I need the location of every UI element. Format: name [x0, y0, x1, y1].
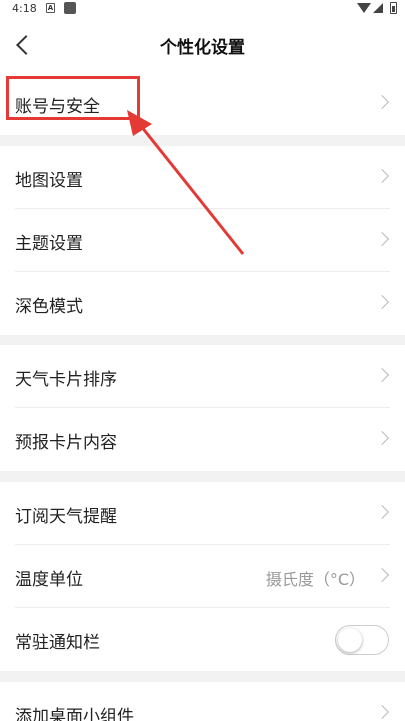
- wifi-icon: [357, 3, 371, 13]
- chevron-right-icon: [374, 430, 390, 446]
- setting-row-dark-mode[interactable]: 深色模式: [0, 272, 405, 335]
- chevron-right-icon: [374, 168, 390, 184]
- chevron-right-icon: [374, 567, 390, 583]
- settings-group-cards: 天气卡片排序 预报卡片内容: [0, 345, 405, 471]
- setting-row-theme-settings[interactable]: 主题设置: [0, 209, 405, 272]
- chevron-right-icon: [374, 504, 390, 520]
- setting-label: 深色模式: [15, 297, 83, 317]
- chevron-right-icon: [374, 294, 390, 310]
- setting-row-persistent-notification: 常驻通知栏: [0, 608, 405, 671]
- setting-label: 订阅天气提醒: [15, 507, 117, 527]
- setting-label: 地图设置: [15, 171, 83, 191]
- setting-value: 摄氏度（°C）: [265, 570, 365, 589]
- setting-row-temperature-unit[interactable]: 温度单位 摄氏度（°C）: [0, 545, 405, 608]
- settings-group-widgets: 添加桌面小组件: [0, 682, 405, 721]
- toggle-knob: [338, 628, 362, 652]
- chevron-right-icon: [374, 94, 390, 110]
- highlight-box: [6, 76, 140, 120]
- setting-label: 添加桌面小组件: [15, 707, 134, 721]
- setting-label: 天气卡片排序: [15, 370, 117, 390]
- setting-row-forecast-card-content[interactable]: 预报卡片内容: [0, 408, 405, 471]
- page-title: 个性化设置: [160, 38, 245, 58]
- chevron-right-icon: [374, 231, 390, 247]
- chevron-right-icon: [374, 367, 390, 383]
- signal-icon: [373, 3, 383, 13]
- status-bar: 4:18 A: [0, 0, 405, 18]
- setting-row-map-settings[interactable]: 地图设置: [0, 146, 405, 209]
- notification-square-icon: [64, 2, 76, 14]
- setting-label: 预报卡片内容: [15, 433, 117, 453]
- settings-group-notifications: 订阅天气提醒 温度单位 摄氏度（°C） 常驻通知栏: [0, 482, 405, 671]
- settings-group-display: 地图设置 主题设置 深色模式: [0, 146, 405, 335]
- setting-row-card-order[interactable]: 天气卡片排序: [0, 345, 405, 408]
- setting-label: 常驻通知栏: [15, 633, 100, 653]
- status-time: 4:18: [12, 2, 37, 15]
- setting-label: 主题设置: [15, 234, 83, 254]
- setting-label: 温度单位: [15, 570, 83, 590]
- battery-icon: [390, 2, 397, 14]
- setting-row-weather-alerts[interactable]: 订阅天气提醒: [0, 482, 405, 545]
- setting-row-add-widget[interactable]: 添加桌面小组件: [0, 682, 405, 721]
- persistent-notification-toggle[interactable]: [335, 625, 389, 655]
- chevron-right-icon: [374, 704, 390, 720]
- notification-app-icon: A: [46, 3, 55, 13]
- title-bar: 个性化设置: [0, 18, 405, 72]
